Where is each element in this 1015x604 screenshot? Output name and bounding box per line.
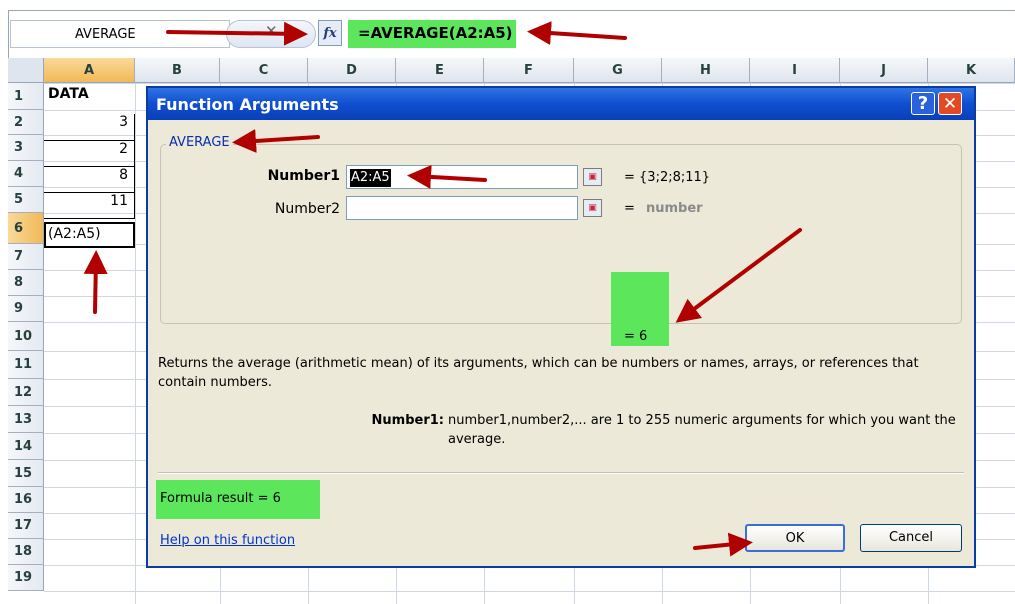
column-header-d[interactable]: D: [308, 58, 396, 83]
column-header-h[interactable]: H: [662, 58, 750, 83]
dialog-divider: [158, 472, 964, 474]
name-box[interactable]: AVERAGE: [10, 20, 230, 48]
row-header-1[interactable]: 1: [8, 83, 44, 110]
row-header-3[interactable]: 3: [8, 135, 44, 161]
row-header-11[interactable]: 11: [8, 351, 44, 379]
insert-function-button[interactable]: fx: [318, 20, 342, 46]
cell-a6-active[interactable]: (A2:A5): [44, 222, 135, 248]
column-header-b[interactable]: B: [135, 58, 220, 83]
row-header-15[interactable]: 15: [8, 460, 44, 487]
cell-a5[interactable]: 11: [44, 193, 135, 219]
cancel-button[interactable]: Cancel: [860, 524, 962, 552]
row-header-2[interactable]: 2: [8, 110, 44, 135]
row-header-7[interactable]: 7: [8, 244, 44, 270]
column-header-a[interactable]: A: [44, 58, 135, 83]
number1-value: A2:A5: [350, 169, 391, 187]
dialog-title: Function Arguments: [148, 88, 974, 120]
number1-label: Number1: [267, 168, 340, 184]
close-icon[interactable]: ✕: [938, 92, 962, 115]
number2-input[interactable]: [346, 196, 578, 220]
cell-a4[interactable]: 8: [44, 167, 135, 193]
row-header-9[interactable]: 9: [8, 296, 44, 322]
row-header-14[interactable]: 14: [8, 433, 44, 460]
column-header-f[interactable]: F: [484, 58, 574, 83]
column-header-g[interactable]: G: [574, 58, 662, 83]
help-icon[interactable]: ?: [911, 92, 935, 115]
row-header-10[interactable]: 10: [8, 322, 44, 351]
cancel-formula-icon[interactable]: ✕: [265, 22, 278, 40]
number2-result: number: [646, 201, 703, 216]
column-header-i[interactable]: I: [750, 58, 840, 83]
row-header-4[interactable]: 4: [8, 161, 44, 187]
formula-result: Formula result = 6: [156, 480, 320, 519]
function-name-label: AVERAGE: [166, 135, 233, 150]
column-header-e[interactable]: E: [396, 58, 484, 83]
collapse-dialog-icon-2[interactable]: ▣: [583, 199, 602, 217]
row-header-13[interactable]: 13: [8, 406, 44, 433]
row-header-8[interactable]: 8: [8, 270, 44, 296]
cell-a1[interactable]: DATA: [44, 86, 135, 102]
function-result: = 6: [624, 329, 648, 344]
column-header-j[interactable]: J: [840, 58, 928, 83]
row-header-6[interactable]: 6: [8, 213, 44, 244]
argument-help-label: Number1:: [371, 413, 444, 428]
row-header-18[interactable]: 18: [8, 539, 44, 565]
row-header-17[interactable]: 17: [8, 513, 44, 539]
number2-label: Number2: [274, 201, 340, 217]
argument-help-text: number1,number2,... are 1 to 255 numeric…: [448, 413, 956, 447]
collapse-dialog-icon[interactable]: ▣: [583, 168, 602, 186]
number1-result: = {3;2;8;11}: [624, 170, 711, 185]
column-header-k[interactable]: K: [928, 58, 1015, 83]
number2-result-eq: =: [624, 201, 635, 216]
row-header-12[interactable]: 12: [8, 379, 44, 406]
row-header-5[interactable]: 5: [8, 187, 44, 213]
function-description: Returns the average (arithmetic mean) of…: [158, 356, 919, 390]
row-header-16[interactable]: 16: [8, 487, 44, 513]
row-header-19[interactable]: 19: [8, 565, 44, 591]
ok-button[interactable]: OK: [745, 524, 845, 552]
formula-input[interactable]: =AVERAGE(A2:A5): [348, 20, 516, 48]
help-link[interactable]: Help on this function: [160, 533, 295, 548]
cell-a2[interactable]: 3: [44, 114, 135, 141]
column-header-c[interactable]: C: [220, 58, 308, 83]
select-all-corner[interactable]: [8, 58, 44, 83]
cell-a3[interactable]: 2: [44, 141, 135, 167]
